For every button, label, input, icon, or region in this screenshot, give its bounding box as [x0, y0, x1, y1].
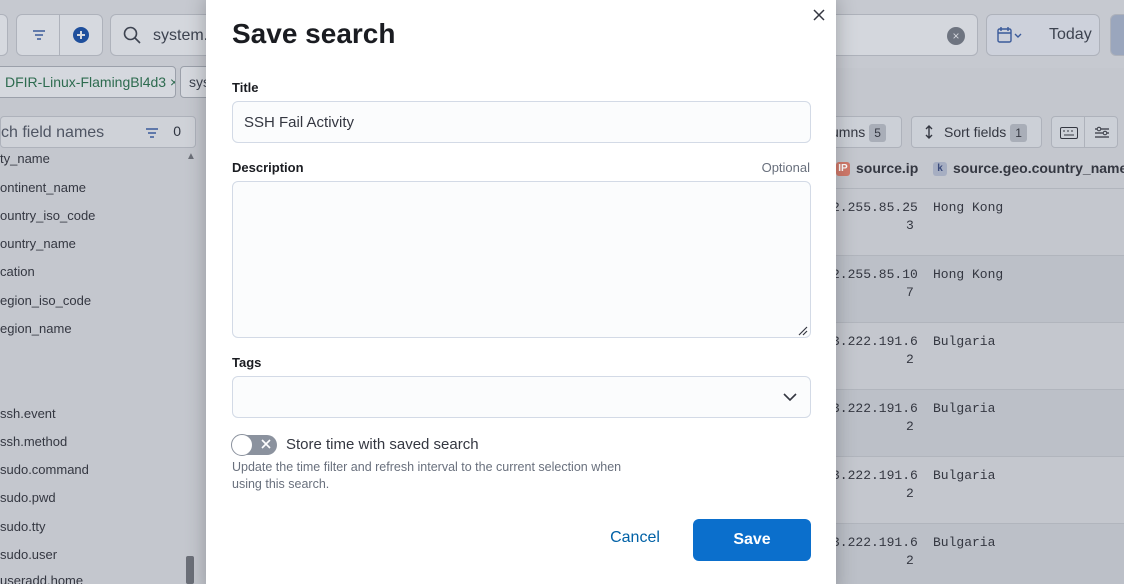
table-row[interactable]: 2.255.85.10 7 Hong Kong [832, 255, 1124, 322]
filter-icon [33, 30, 45, 40]
switch-off-icon [261, 439, 271, 449]
description-optional-hint: Optional [761, 160, 810, 175]
store-time-label: Store time with saved search [286, 436, 479, 453]
date-picker-button[interactable]: Today [986, 14, 1100, 56]
refresh-button[interactable] [1110, 14, 1124, 56]
save-button[interactable]: Save [693, 519, 811, 561]
field-item[interactable]: egion_name [0, 321, 72, 336]
source-ip-cell-wrap: 2 [906, 486, 914, 501]
field-item[interactable]: ountry_name [0, 236, 76, 251]
scroll-up-icon[interactable]: ▲ [186, 151, 196, 162]
field-item[interactable]: ontinent_name [0, 180, 86, 195]
sort-fields-count: 1 [1010, 124, 1027, 142]
chevron-down-icon [783, 393, 797, 402]
store-time-switch[interactable] [231, 434, 277, 456]
field-item[interactable]: sudo.command [0, 462, 89, 477]
source-ip-cell-wrap: 2 [906, 352, 914, 367]
country-cell: Hong Kong [933, 200, 1004, 215]
field-item[interactable]: ssh.method [0, 434, 67, 449]
menu-button[interactable] [0, 14, 8, 56]
tags-label: Tags [232, 355, 262, 370]
table-row[interactable]: 3.222.191.6 2 Bulgaria [832, 389, 1124, 456]
close-button[interactable] [808, 4, 830, 26]
filter-icon [146, 128, 158, 138]
field-search-placeholder: ch field names [1, 124, 105, 141]
switch-knob [231, 434, 253, 456]
sort-fields-button[interactable]: Sort fields 1 [911, 116, 1042, 148]
filter-options-button[interactable] [16, 14, 60, 56]
clear-query-icon[interactable]: × [947, 27, 965, 45]
tags-combobox[interactable] [232, 376, 811, 418]
column-header-country[interactable]: k source.geo.country_name [933, 160, 1124, 177]
title-label: Title [232, 80, 259, 95]
source-ip-cell-wrap: 2 [906, 553, 914, 568]
field-item[interactable]: ty_name [0, 151, 50, 166]
field-filter-count: 0 [173, 123, 181, 139]
close-icon [813, 9, 825, 21]
country-cell: Hong Kong [933, 267, 1004, 282]
modal-title: Save search [232, 18, 396, 49]
field-item[interactable]: ountry_iso_code [0, 208, 95, 223]
field-item[interactable]: sudo.user [0, 547, 57, 562]
table-row[interactable]: 3.222.191.6 2 Bulgaria [832, 523, 1124, 584]
keyboard-icon [1060, 127, 1078, 139]
add-filter-button[interactable] [59, 14, 103, 56]
date-range-label: Today [1049, 26, 1092, 43]
ip-type-icon: IP [836, 162, 850, 177]
source-ip-cell: 3.222.191.6 [832, 334, 918, 349]
table-row[interactable]: 2.255.85.25 3 Hong Kong [832, 188, 1124, 255]
cancel-button[interactable]: Cancel [590, 529, 680, 547]
calendar-icon [997, 27, 1022, 43]
country-cell: Bulgaria [933, 334, 996, 349]
store-time-help-text: Update the time filter and refresh inter… [232, 460, 622, 491]
resize-handle-icon[interactable] [798, 326, 808, 336]
field-item[interactable]: ssh.event [0, 406, 56, 421]
source-ip-cell-wrap: 7 [906, 285, 914, 300]
column-header-label: source.ip [856, 160, 919, 176]
keyword-type-icon: k [933, 162, 947, 177]
table-row[interactable]: 3.222.191.6 2 Bulgaria [832, 322, 1124, 389]
sliders-icon [1095, 126, 1109, 138]
table-row[interactable]: 3.222.191.6 2 Bulgaria [832, 456, 1124, 523]
keyboard-shortcuts-button[interactable] [1051, 116, 1085, 148]
sort-fields-label: Sort fields [944, 124, 1007, 140]
save-search-modal: Save search Title Description Optional T… [206, 0, 836, 584]
columns-label: umns [831, 124, 866, 140]
source-ip-cell-wrap: 2 [906, 419, 914, 434]
search-icon [123, 26, 141, 44]
sort-icon [925, 125, 933, 139]
source-ip-cell: 3.222.191.6 [832, 401, 918, 416]
query-text: system. [153, 27, 209, 44]
country-cell: Bulgaria [933, 535, 996, 550]
source-ip-cell: 2.255.85.10 [832, 267, 918, 282]
source-ip-cell: 2.255.85.25 [832, 200, 918, 215]
columns-count: 5 [869, 124, 886, 142]
field-item[interactable]: sudo.tty [0, 519, 46, 534]
field-item[interactable]: useradd.home [0, 573, 83, 584]
column-header-label: source.geo.country_name [953, 160, 1124, 176]
display-settings-button[interactable] [1084, 116, 1118, 148]
field-item[interactable]: sudo.pwd [0, 490, 56, 505]
filter-pill[interactable]: DFIR-Linux-FlamingBl4d3 × [0, 66, 176, 98]
field-item[interactable]: cation [0, 264, 35, 279]
country-cell: Bulgaria [933, 401, 996, 416]
column-header-source-ip[interactable]: IP source.ip [836, 160, 919, 177]
source-ip-cell-wrap: 3 [906, 218, 914, 233]
country-cell: Bulgaria [933, 468, 996, 483]
sidebar-scrollbar[interactable] [186, 556, 194, 584]
description-label: Description [232, 160, 304, 175]
field-item[interactable]: egion_iso_code [0, 293, 91, 308]
title-input[interactable] [232, 101, 811, 143]
description-textarea[interactable] [232, 181, 811, 338]
field-search-input[interactable]: ch field names 0 [0, 116, 196, 148]
source-ip-cell: 3.222.191.6 [832, 468, 918, 483]
plus-circle-icon [73, 27, 89, 43]
source-ip-cell: 3.222.191.6 [832, 535, 918, 550]
